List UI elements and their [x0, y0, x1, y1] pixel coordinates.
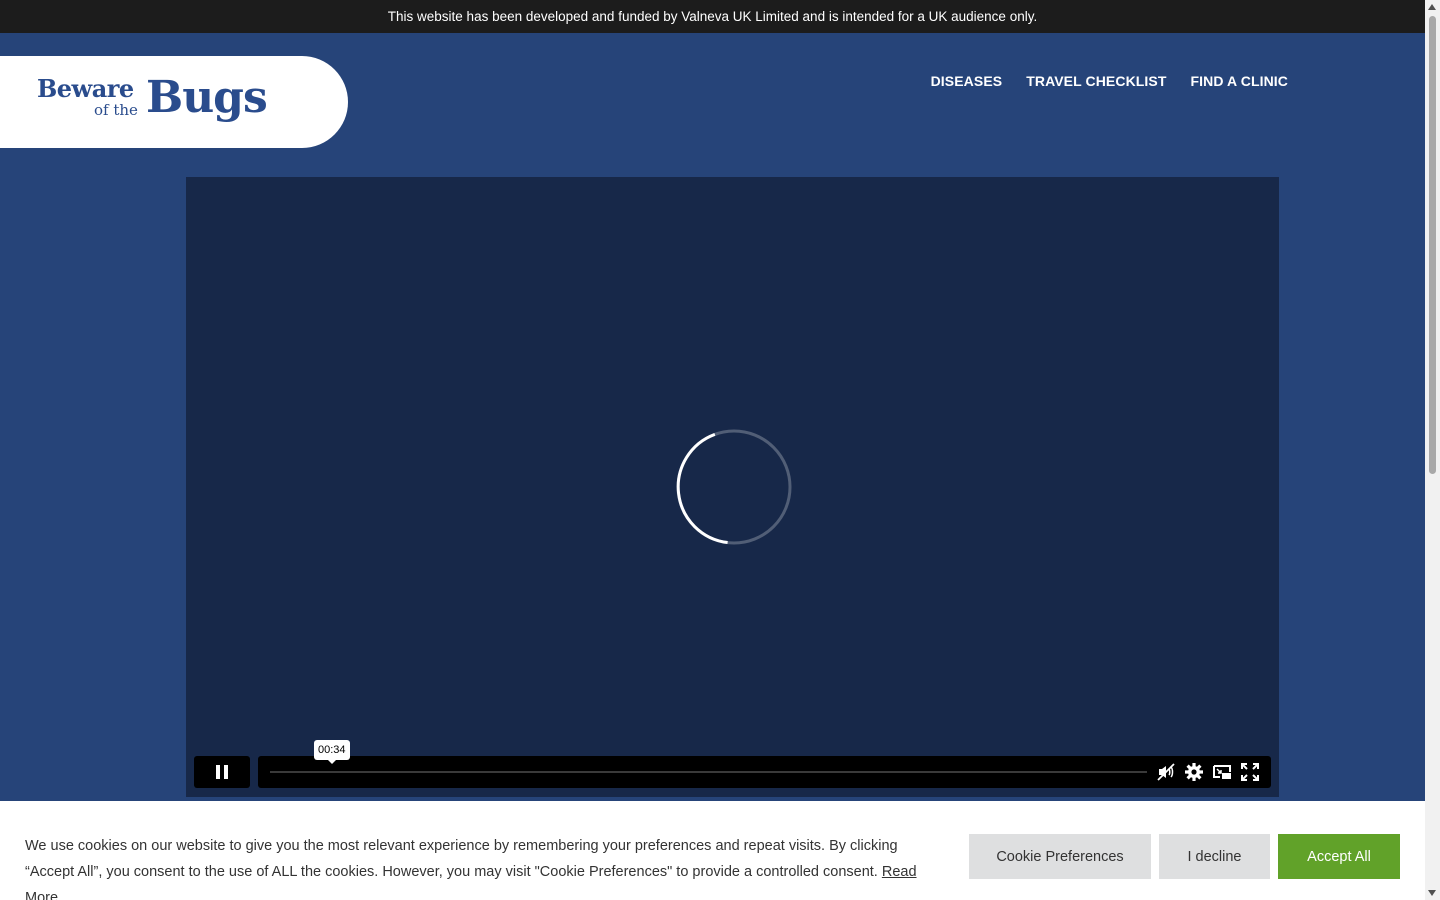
logo-word-bugs: Bugs	[146, 72, 268, 123]
nav-item-diseases[interactable]: DISEASES	[931, 73, 1003, 89]
logo-word-beware: Beware	[37, 74, 134, 103]
scroll-up-arrow-icon[interactable]	[1428, 4, 1436, 10]
time-tooltip: 00:34	[314, 740, 350, 764]
progress-slider[interactable]	[270, 771, 1147, 773]
scroll-down-arrow-icon[interactable]	[1428, 890, 1436, 896]
accept-all-button[interactable]: Accept All	[1278, 834, 1400, 879]
cookie-preferences-button[interactable]: Cookie Preferences	[969, 834, 1151, 879]
decline-button[interactable]: I decline	[1159, 834, 1270, 879]
notice-text: This website has been developed and fund…	[387, 9, 1038, 24]
loading-spinner-icon	[676, 429, 792, 545]
cookie-banner: We use cookies on our website to give yo…	[0, 801, 1425, 900]
fullscreen-icon[interactable]	[1240, 762, 1260, 782]
cookie-message-text: We use cookies on our website to give yo…	[25, 838, 898, 880]
picture-in-picture-icon[interactable]	[1212, 762, 1232, 782]
scroll-thumb[interactable]	[1429, 16, 1436, 474]
volume-muted-icon[interactable]	[1156, 762, 1176, 782]
control-bar: 00:34	[258, 740, 1271, 788]
page-scrollbar[interactable]	[1425, 0, 1440, 900]
gear-icon[interactable]	[1184, 762, 1204, 782]
pause-icon	[216, 765, 228, 779]
uk-audience-notice-bar: This website has been developed and fund…	[0, 0, 1425, 33]
nav-item-find-a-clinic[interactable]: FIND A CLINIC	[1191, 73, 1288, 89]
site-header: Beware of the Bugs DISEASES TRAVEL CHECK…	[0, 33, 1425, 163]
video-player[interactable]: 00:34	[186, 177, 1279, 797]
logo-word-of-the: of the	[94, 101, 138, 119]
logo[interactable]: Beware of the Bugs	[0, 56, 348, 148]
pause-button[interactable]	[194, 756, 250, 788]
nav-item-travel-checklist[interactable]: TRAVEL CHECKLIST	[1026, 73, 1166, 89]
video-controls: 00:34	[194, 740, 1271, 788]
cookie-message: We use cookies on our website to give yo…	[25, 833, 945, 900]
main-nav: DISEASES TRAVEL CHECKLIST FIND A CLINIC	[931, 73, 1288, 89]
